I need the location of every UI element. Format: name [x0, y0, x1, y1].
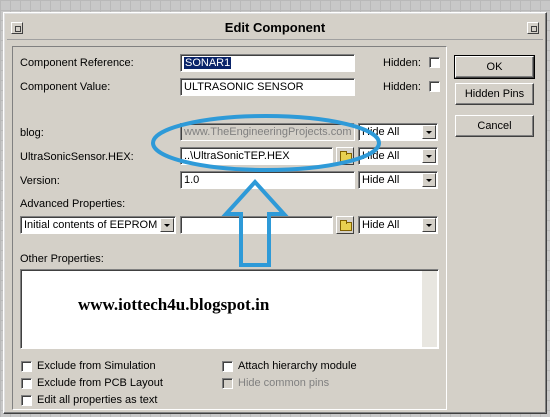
- hex-file-input[interactable]: ..\UltraSonicTEP.HEX: [180, 147, 333, 165]
- attach-hierarchy-checkbox[interactable]: [222, 361, 233, 372]
- component-reference-input[interactable]: SONAR1: [180, 54, 355, 72]
- advanced-properties-label: Advanced Properties:: [20, 198, 126, 210]
- component-reference-label: Component Reference:: [20, 57, 134, 69]
- component-value-input[interactable]: ULTRASONIC SENSOR: [180, 78, 355, 96]
- exclude-simulation-checkbox[interactable]: [21, 361, 32, 372]
- exclude-pcb-label: Exclude from PCB Layout: [37, 377, 163, 389]
- hide-common-pins-checkbox[interactable]: [222, 378, 233, 389]
- reference-hidden-checkbox[interactable]: [429, 57, 440, 68]
- advanced-value-input[interactable]: [180, 216, 333, 234]
- edit-component-dialog: Edit Component Component Reference: SONA…: [3, 12, 547, 414]
- blog-url-overlay: www.iottech4u.blogspot.in: [78, 295, 270, 314]
- title-bar[interactable]: Edit Component: [7, 16, 543, 40]
- hidden-pins-button[interactable]: Hidden Pins: [455, 83, 534, 105]
- edit-all-label: Edit all properties as text: [37, 394, 158, 406]
- value-hidden-label: Hidden:: [383, 81, 421, 93]
- properties-panel: Component Reference: SONAR1 Hidden: Comp…: [12, 46, 447, 410]
- blog-visibility-value: Hide All: [362, 126, 400, 138]
- other-properties-textarea[interactable]: www.iottech4u.blogspot.in: [20, 269, 439, 349]
- advanced-browse-folder-icon[interactable]: [336, 216, 354, 234]
- other-properties-label: Other Properties:: [20, 253, 104, 265]
- hex-file-label: UltraSonicSensor.HEX:: [20, 151, 134, 163]
- version-input[interactable]: 1.0: [180, 171, 355, 189]
- attach-hierarchy-label: Attach hierarchy module: [238, 360, 357, 372]
- blog-visibility-select[interactable]: Hide All: [358, 123, 438, 141]
- advanced-property-select[interactable]: Initial contents of EEPROM: [20, 216, 176, 234]
- exclude-simulation-label: Exclude from Simulation: [37, 360, 156, 372]
- component-value-label: Component Value:: [20, 81, 111, 93]
- dialog-title: Edit Component: [224, 20, 326, 35]
- advanced-visibility-value: Hide All: [362, 219, 400, 231]
- blog-input[interactable]: www.TheEngineeringProjects.com: [180, 123, 355, 141]
- textarea-scrollbar[interactable]: [422, 271, 437, 347]
- cancel-button[interactable]: Cancel: [455, 115, 534, 137]
- chevron-down-icon[interactable]: [422, 149, 436, 163]
- reference-hidden-label: Hidden:: [383, 57, 421, 69]
- chevron-down-icon[interactable]: [422, 125, 436, 139]
- exclude-pcb-checkbox[interactable]: [21, 378, 32, 389]
- hex-visibility-select[interactable]: Hide All: [358, 147, 438, 165]
- version-visibility-value: Hide All: [362, 174, 400, 186]
- window-control-icon[interactable]: [527, 22, 539, 34]
- version-visibility-select[interactable]: Hide All: [358, 171, 438, 189]
- hex-visibility-value: Hide All: [362, 150, 400, 162]
- value-hidden-checkbox[interactable]: [429, 81, 440, 92]
- hide-common-pins-label: Hide common pins: [238, 377, 330, 389]
- chevron-down-icon[interactable]: [422, 173, 436, 187]
- version-label: Version:: [20, 175, 60, 187]
- component-reference-value: SONAR1: [184, 57, 232, 69]
- advanced-property-value: Initial contents of EEPROM: [24, 219, 158, 231]
- chevron-down-icon[interactable]: [160, 218, 174, 232]
- advanced-visibility-select[interactable]: Hide All: [358, 216, 438, 234]
- blog-label: blog:: [20, 127, 44, 139]
- hex-browse-folder-icon[interactable]: [336, 147, 354, 165]
- edit-all-checkbox[interactable]: [21, 395, 32, 406]
- chevron-down-icon[interactable]: [422, 218, 436, 232]
- ok-button[interactable]: OK: [454, 55, 535, 79]
